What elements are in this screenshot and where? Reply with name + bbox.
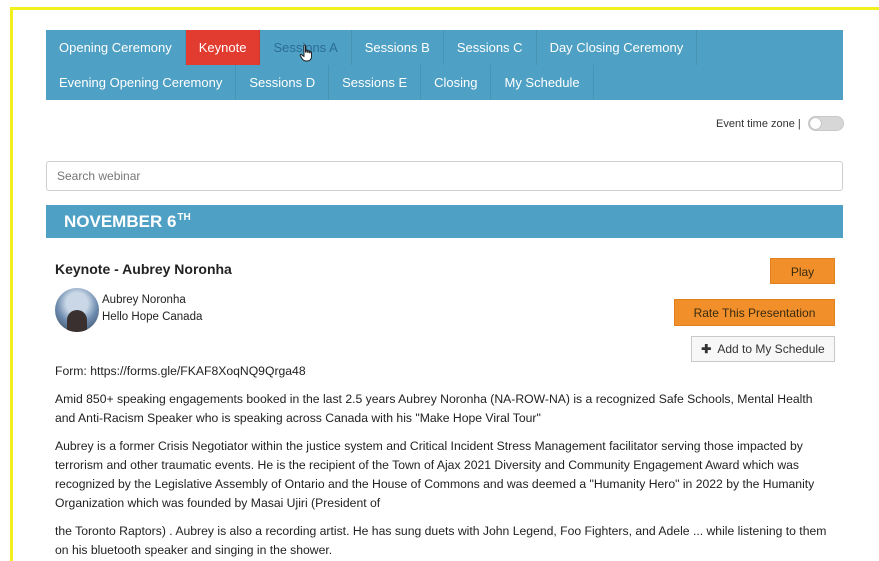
description-paragraph-3: the Toronto Raptors) . Aubrey is also a …: [55, 524, 827, 557]
toggle-knob: [810, 118, 821, 129]
plus-icon: ✚: [701, 342, 712, 356]
session-title: Keynote - Aubrey Noronha: [55, 261, 232, 277]
add-to-schedule-button[interactable]: ✚ Add to My Schedule: [691, 336, 835, 362]
tab-my-schedule[interactable]: My Schedule: [491, 65, 594, 100]
session-tabs: Opening Ceremony Keynote Sessions A Sess…: [46, 30, 843, 100]
tab-day-closing-ceremony[interactable]: Day Closing Ceremony: [537, 30, 698, 65]
add-to-schedule-label: Add to My Schedule: [717, 342, 825, 356]
rate-presentation-button[interactable]: Rate This Presentation: [674, 299, 835, 326]
tab-keynote[interactable]: Keynote: [185, 30, 261, 65]
tab-row-1: Opening Ceremony Keynote Sessions A Sess…: [46, 30, 698, 65]
tab-sessions-b[interactable]: Sessions B: [352, 30, 444, 65]
description-paragraph-1: Amid 850+ speaking engagements booked in…: [55, 392, 813, 425]
tab-row-2: Evening Opening Ceremony Sessions D Sess…: [46, 65, 594, 100]
description-paragraph-2: Aubrey is a former Crisis Negotiator wit…: [55, 439, 815, 510]
avatar: [55, 288, 99, 332]
tab-sessions-e[interactable]: Sessions E: [329, 65, 422, 100]
highlight-frame-left: [10, 7, 13, 561]
tab-closing[interactable]: Closing: [421, 65, 492, 100]
date-header: NOVEMBER 6TH: [46, 205, 843, 238]
speaker-name: Aubrey Noronha: [102, 294, 186, 306]
tab-sessions-c[interactable]: Sessions C: [444, 30, 537, 65]
event-timezone-label: Event time zone |: [716, 118, 801, 130]
form-link-text: Form: https://forms.gle/FKAF8XoqNQ9Qrga4…: [55, 364, 306, 378]
hand-pointer-icon: [299, 44, 312, 62]
date-suffix: TH: [177, 212, 191, 223]
tab-sessions-d[interactable]: Sessions D: [236, 65, 330, 100]
date-text: NOVEMBER 6: [64, 212, 177, 231]
speaker-organization: Hello Hope Canada: [102, 311, 203, 323]
event-timezone-toggle[interactable]: [808, 116, 844, 131]
play-button[interactable]: Play: [770, 258, 835, 284]
highlight-frame-top: [10, 7, 879, 10]
search-webinar-input[interactable]: [46, 161, 843, 191]
tab-evening-opening-ceremony[interactable]: Evening Opening Ceremony: [46, 65, 237, 100]
tab-opening-ceremony[interactable]: Opening Ceremony: [46, 30, 186, 65]
